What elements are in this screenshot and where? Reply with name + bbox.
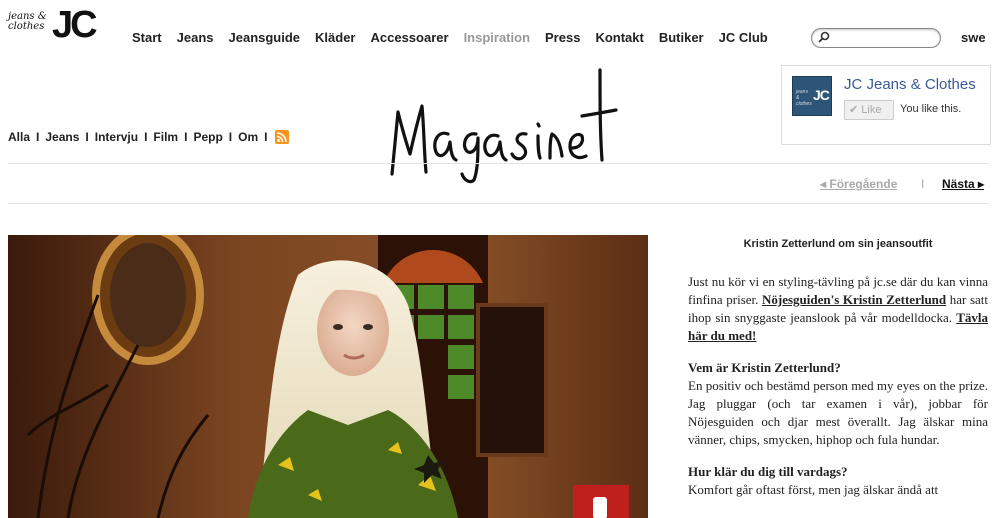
question-heading: Vem är Kristin Zetterlund? (688, 360, 841, 375)
category-pepp[interactable]: Pepp (193, 130, 222, 144)
nav-butiker[interactable]: Butiker (659, 30, 704, 45)
facebook-like-status: You like this. (900, 103, 962, 115)
thumb-small-text: jeans & clothes (796, 89, 812, 107)
divider (8, 163, 988, 164)
logo-small-text: jeans & clothes (8, 11, 47, 32)
separator: I (144, 130, 148, 144)
next-link[interactable]: Nästa ▸ (942, 177, 984, 191)
thumb-logo-text: JC (813, 87, 830, 103)
category-jeans[interactable]: Jeans (45, 130, 79, 144)
kristin-link[interactable]: Nöjesguiden's Kristin Zetterlund (762, 292, 946, 307)
language-switch[interactable]: swe (961, 30, 986, 45)
article: Kristin Zetterlund om sin jeansoutfit Ju… (688, 235, 988, 513)
checkmark-icon: ✔ (849, 104, 859, 116)
search-input[interactable] (832, 30, 936, 46)
article-title: Kristin Zetterlund om sin jeansoutfit (743, 238, 933, 250)
facebook-like-box: jeans & clothes JC JC Jeans & Clothes ✔ … (781, 65, 991, 145)
magazine-title-logo (390, 68, 618, 184)
separator: I (36, 130, 40, 144)
separator: I (184, 130, 188, 144)
facebook-page-thumbnail[interactable]: jeans & clothes JC (792, 76, 832, 116)
category-film[interactable]: Film (153, 130, 178, 144)
answer-paragraph: En positiv och bestämd person med my eye… (688, 378, 988, 447)
nav-inspiration[interactable]: Inspiration (464, 30, 530, 45)
answer-paragraph: Komfort går oftast först, men jag älskar… (688, 482, 939, 497)
category-nav: Alla I Jeans I Intervju I Film I Pepp I … (8, 130, 290, 144)
nav-klader[interactable]: Kläder (315, 30, 355, 45)
separator: I (228, 130, 233, 144)
nav-kontakt[interactable]: Kontakt (595, 30, 643, 45)
nav-accessoarer[interactable]: Accessoarer (371, 30, 449, 45)
rss-icon[interactable] (275, 130, 290, 144)
nav-jeans[interactable]: Jeans (177, 30, 214, 45)
divider (8, 203, 988, 204)
logo-big-text: JC (52, 4, 98, 46)
search-icon (818, 31, 830, 43)
question-heading: Hur klär du dig till vardags? (688, 464, 848, 479)
category-intervju[interactable]: Intervju (95, 130, 138, 144)
category-alla[interactable]: Alla (8, 130, 30, 144)
article-photo (8, 235, 648, 518)
separator: I (264, 130, 268, 144)
facebook-like-button[interactable]: ✔ Like (844, 100, 894, 120)
separator: I (85, 130, 89, 144)
search-box[interactable] (811, 28, 941, 48)
nav-press[interactable]: Press (545, 30, 580, 45)
main-nav: Start Jeans Jeansguide Kläder Accessoare… (132, 30, 783, 45)
like-label: Like (861, 104, 882, 116)
pager-separator: I (921, 177, 925, 191)
category-om[interactable]: Om (238, 130, 258, 144)
nav-jc-club[interactable]: JC Club (719, 30, 768, 45)
nav-start[interactable]: Start (132, 30, 162, 45)
nav-jeansguide[interactable]: Jeansguide (229, 30, 301, 45)
previous-link[interactable]: ◂ Föregående (820, 177, 897, 191)
article-intro: Just nu kör vi en styling-tävling på jc.… (688, 273, 988, 345)
facebook-page-name[interactable]: JC Jeans & Clothes (844, 76, 976, 93)
jc-logo[interactable]: jeans & clothes JC (8, 4, 104, 50)
